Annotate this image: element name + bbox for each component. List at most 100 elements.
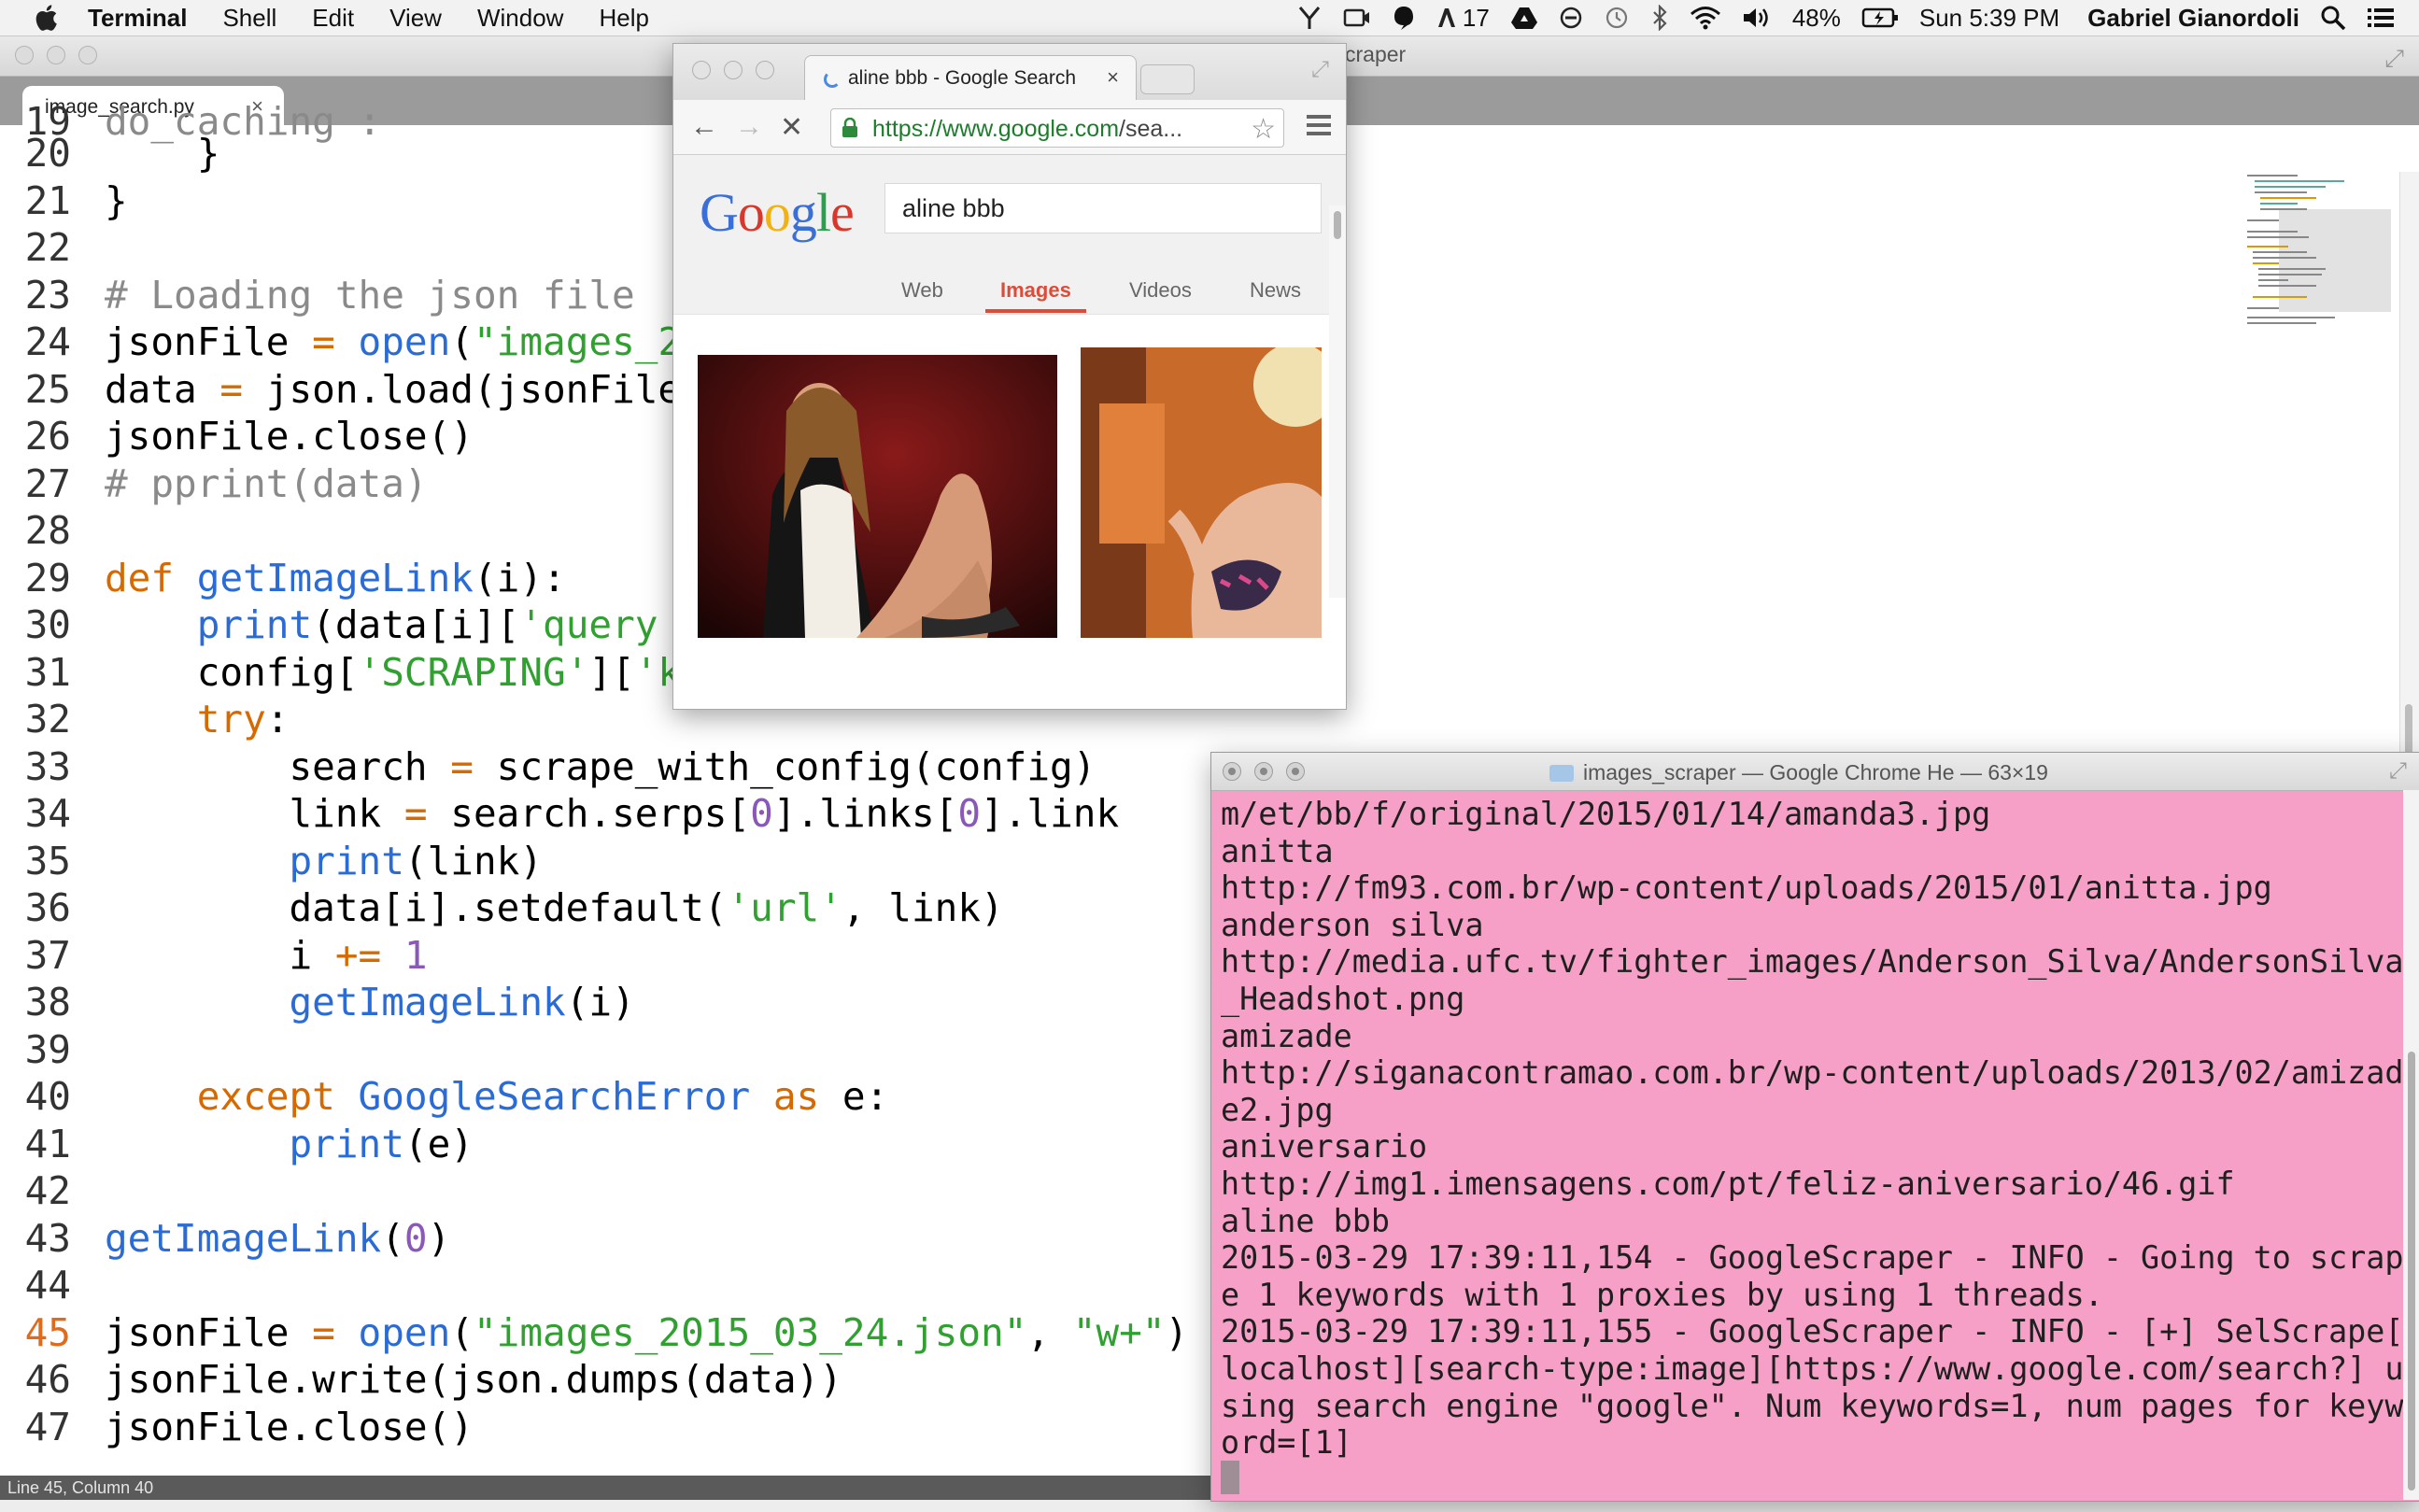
terminal-line: http://media.ufc.tv/fighter_images/Ander… xyxy=(1221,943,2404,981)
chrome-vscroll-thumb[interactable] xyxy=(1334,211,1341,239)
code-text: search = scrape_with_config(config) xyxy=(105,743,1096,789)
menu-edit[interactable]: Edit xyxy=(312,4,354,33)
menu-app-terminal[interactable]: Terminal xyxy=(88,4,187,33)
stop-icon[interactable]: ✕ xyxy=(780,111,803,144)
url-path: /sea... xyxy=(1119,116,1183,142)
minimize-button[interactable] xyxy=(47,46,65,64)
menu-window[interactable]: Window xyxy=(477,4,563,33)
code-text: # Loading the json file xyxy=(105,272,635,318)
code-text: # pprint(data) xyxy=(105,460,428,506)
google-logo[interactable]: Google xyxy=(700,181,855,244)
terminal-title: images_scraper — Google Chrome He — 63×1… xyxy=(1549,760,2048,785)
line-number: 21 xyxy=(24,177,71,223)
back-icon[interactable]: ← xyxy=(690,111,718,143)
menu-icon[interactable] xyxy=(1307,115,1331,140)
time-machine-icon[interactable] xyxy=(1604,6,1630,30)
line-number: 36 xyxy=(24,885,71,930)
chrome-tab-close-icon[interactable]: × xyxy=(1107,65,1119,90)
menu-shell[interactable]: Shell xyxy=(222,4,276,33)
line-number: 33 xyxy=(24,743,71,789)
menu-bar: Terminal Shell Edit View Window Help 17 … xyxy=(0,0,2419,36)
terminal-fullscreen-icon[interactable]: ⤢ xyxy=(2389,758,2407,784)
code-text: data[i].setdefault('url', link) xyxy=(105,885,1004,930)
chrome-zoom-button[interactable] xyxy=(756,61,774,79)
search-icon[interactable] xyxy=(2320,5,2346,31)
zoom-button[interactable] xyxy=(78,46,97,64)
line-number: 44 xyxy=(24,1263,71,1307)
code-text: config['SCRAPING']['k xyxy=(105,649,682,695)
drive-icon[interactable] xyxy=(1510,6,1538,30)
code-text: } xyxy=(105,131,220,176)
terminal-scrollbar[interactable] xyxy=(2403,790,2419,1500)
terminal-scroll-thumb[interactable] xyxy=(2408,1052,2415,1491)
terminal-minimize-button[interactable] xyxy=(1254,762,1273,781)
address-bar[interactable]: https://www.google.com/sea... ☆ xyxy=(830,108,1284,148)
forward-icon[interactable]: → xyxy=(735,111,763,143)
terminal-line: m/et/bb/f/original/2015/01/14/amanda3.jp… xyxy=(1221,796,1991,832)
line-number: 24 xyxy=(24,319,71,364)
menu-view[interactable]: View xyxy=(389,4,442,33)
chrome-close-button[interactable] xyxy=(692,61,711,79)
apple-icon[interactable] xyxy=(32,2,64,34)
image-result-2[interactable] xyxy=(1081,347,1322,638)
terminal-output[interactable]: m/et/bb/f/original/2015/01/14/amanda3.jp… xyxy=(1221,796,2404,1462)
cursor-position: Line 45, Column 40 xyxy=(7,1478,154,1497)
chrome-tab-google-search[interactable]: aline bbb - Google Search × xyxy=(804,55,1137,101)
code-text: link = search.serps[0].links[0].link xyxy=(105,791,1120,836)
wifi-icon[interactable] xyxy=(1690,6,1721,30)
tab-news[interactable]: News xyxy=(1250,278,1301,303)
notification-icon[interactable] xyxy=(1392,5,1416,31)
list-icon[interactable] xyxy=(2367,6,2395,30)
close-button[interactable] xyxy=(15,46,34,64)
line-number: 45 xyxy=(24,1309,71,1355)
battery-percent: 48% xyxy=(1791,3,1841,32)
chrome-vertical-scrollbar[interactable] xyxy=(1329,205,1346,598)
google-results-page: Google aline bbb Web Images Videos News xyxy=(673,155,1346,709)
code-text: getImageLink(i) xyxy=(289,980,635,1024)
line-number: 22 xyxy=(24,225,71,270)
chrome-toolbar: ← → ✕ https://www.google.com/sea... ☆ xyxy=(673,100,1346,155)
fullscreen-icon[interactable]: ⤢ xyxy=(2384,44,2404,74)
line-number: 31 xyxy=(24,649,71,695)
terminal-zoom-button[interactable] xyxy=(1286,762,1305,781)
clock[interactable]: Sun 5:39 PM xyxy=(1919,4,2059,33)
antenna-icon[interactable] xyxy=(1296,6,1323,30)
battery-icon[interactable] xyxy=(1861,7,1899,29)
image-result-1[interactable] xyxy=(698,355,1057,638)
google-search-input[interactable]: aline bbb xyxy=(884,183,1322,233)
search-query: aline bbb xyxy=(902,194,1005,222)
code-text: try: xyxy=(196,697,290,742)
tab-web[interactable]: Web xyxy=(901,278,943,303)
new-tab-button[interactable] xyxy=(1140,64,1195,94)
line-number: 20 xyxy=(24,131,71,176)
camera-icon[interactable] xyxy=(1343,7,1371,29)
volume-icon[interactable] xyxy=(1742,6,1772,30)
line-number: 27 xyxy=(24,460,71,506)
code-text: jsonFile = open("images_2015_03_24.json"… xyxy=(105,1309,1189,1355)
tab-images[interactable]: Images xyxy=(1000,278,1071,303)
terminal-cursor xyxy=(1221,1461,1239,1494)
terminal-titlebar: images_scraper — Google Chrome He — 63×1… xyxy=(1211,753,2419,791)
line-number: 38 xyxy=(24,980,71,1024)
user-name[interactable]: Gabriel Gianordoli xyxy=(2087,4,2299,33)
chrome-minimize-button[interactable] xyxy=(724,61,743,79)
adobe-icon[interactable] xyxy=(1436,7,1457,29)
terminal-line: http://fm93.com.br/wp-content/uploads/20… xyxy=(1221,869,2272,907)
sync-icon[interactable] xyxy=(1559,6,1583,30)
menu-help[interactable]: Help xyxy=(599,4,648,33)
code-text: except GoogleSearchError as e: xyxy=(196,1074,889,1119)
terminal-line: e 1 keywords with 1 proxies by using 1 t… xyxy=(1221,1276,2103,1313)
bluetooth-icon[interactable] xyxy=(1650,5,1669,31)
star-icon[interactable]: ☆ xyxy=(1251,113,1276,146)
terminal-line: ord=[1] xyxy=(1221,1424,1352,1462)
terminal-close-button[interactable] xyxy=(1223,762,1241,781)
terminal-line: anitta xyxy=(1221,832,1334,869)
chrome-fullscreen-icon[interactable]: ⤢ xyxy=(1311,57,1329,83)
line-number: 40 xyxy=(24,1074,71,1119)
google-search-tabs: Web Images Videos News xyxy=(673,267,1346,314)
code-text: jsonFile.write(json.dumps(data)) xyxy=(105,1357,842,1402)
minimap[interactable] xyxy=(2242,172,2391,331)
line-number: 28 xyxy=(24,508,71,553)
code-text: print(data[i]['query xyxy=(196,602,658,647)
tab-videos[interactable]: Videos xyxy=(1129,278,1192,303)
